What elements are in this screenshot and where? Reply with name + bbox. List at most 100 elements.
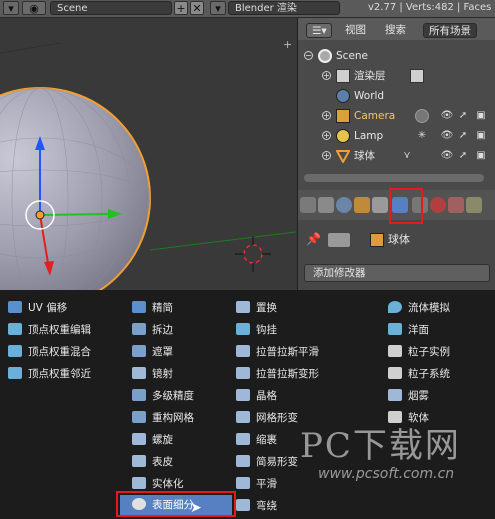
laplacian-deform-icon	[236, 367, 250, 379]
edge-split-icon	[132, 323, 146, 335]
particle-system-icon	[388, 367, 402, 379]
particles-tab-icon[interactable]	[466, 197, 482, 213]
menu-item-smooth[interactable]: 平滑	[236, 474, 277, 494]
material-tab-icon[interactable]	[430, 197, 446, 213]
menu-item-particle-instance[interactable]: 粒子实例	[388, 342, 450, 362]
menu-item-laplacian-smooth[interactable]: 拉普拉斯平滑	[236, 342, 319, 362]
menu-item-fluid-simulation[interactable]: 流体模拟	[388, 298, 450, 318]
add-scene-button[interactable]: +	[174, 1, 188, 15]
menu-item-decimate[interactable]: 精简	[132, 298, 173, 318]
outliner-row-sphere[interactable]: + 球体 ⋎ 👁 ➚ ▣	[298, 146, 495, 166]
scene-icon	[318, 49, 332, 63]
shrinkwrap-icon	[236, 433, 250, 445]
mask-icon	[132, 345, 146, 357]
menu-item-edge-split[interactable]: 拆边	[132, 320, 173, 340]
menu-item-lattice[interactable]: 晶格	[236, 386, 277, 406]
add-modifier-dropdown[interactable]: 添加修改器	[304, 264, 490, 282]
tab-view[interactable]: 视图	[340, 23, 371, 38]
tab-search[interactable]: 搜索	[380, 23, 411, 38]
menu-item-remesh[interactable]: 重构网格	[132, 408, 194, 428]
menu-item-simple-deform[interactable]: 简易形变	[236, 452, 298, 472]
menu-item-particle-system[interactable]: 粒子系统	[388, 364, 450, 384]
add-modifier-label: 添加修改器	[313, 267, 366, 279]
menu-item-mask[interactable]: 遮罩	[132, 342, 173, 362]
visibility-eye-icon[interactable]: 👁	[440, 149, 454, 163]
select-arrow-icon[interactable]: ➚	[456, 149, 470, 163]
outliner-editor-icon[interactable]: ☰▾	[306, 23, 332, 38]
world-tab-icon[interactable]	[336, 197, 352, 213]
menu-item-vertex-weight-edit[interactable]: 顶点权重编辑	[8, 320, 91, 340]
outliner-scrollbar[interactable]	[304, 174, 484, 182]
menu-item-mirror[interactable]: 镜射	[132, 364, 173, 384]
texture-tab-icon[interactable]	[448, 197, 464, 213]
scene-icon[interactable]: ◉	[22, 1, 46, 15]
3d-viewport[interactable]: +	[0, 18, 296, 290]
smoke-icon	[388, 389, 402, 401]
visibility-eye-icon[interactable]: 👁	[440, 109, 454, 123]
x-axis-line	[149, 231, 296, 251]
menu-item-mesh-deform[interactable]: 网格形变	[236, 408, 298, 428]
menu-item-laplacian-deform[interactable]: 拉普拉斯变形	[236, 364, 319, 384]
close-scene-button[interactable]: ✕	[190, 1, 204, 15]
menu-item-vertex-weight-mix[interactable]: 顶点权重混合	[8, 342, 91, 362]
expand-icon[interactable]: +	[322, 111, 331, 120]
pin-icon[interactable]: 📌	[306, 232, 321, 246]
collapse-icon[interactable]: −	[304, 51, 313, 60]
scene-selector[interactable]: Scene	[50, 1, 172, 15]
render-layer-toggle-icon[interactable]	[410, 69, 424, 83]
expand-icon[interactable]: +	[322, 71, 331, 80]
camera-data-icon[interactable]	[415, 109, 429, 123]
scene-tab-icon[interactable]	[318, 197, 334, 213]
render-camera-icon[interactable]: ▣	[474, 129, 488, 143]
menu-item-ocean[interactable]: 洋面	[388, 320, 429, 340]
menu-item-displace[interactable]: 置换	[236, 298, 277, 318]
render-camera-icon[interactable]: ▣	[474, 109, 488, 123]
constraints-tab-icon[interactable]	[372, 197, 388, 213]
laplacian-smooth-icon	[236, 345, 250, 357]
render-tab-icon[interactable]	[300, 197, 316, 213]
menu-item-vertex-weight-proximity[interactable]: 顶点权重邻近	[8, 364, 91, 384]
outliner-row-camera[interactable]: + Camera 👁 ➚ ▣	[298, 106, 495, 126]
menu-item-screw[interactable]: 螺旋	[132, 430, 173, 450]
skin-icon	[132, 455, 146, 467]
select-arrow-icon[interactable]: ➚	[456, 129, 470, 143]
menu-item-smoke[interactable]: 烟雾	[388, 386, 429, 406]
watermark-title: PC下载网	[300, 426, 461, 466]
world-icon	[336, 89, 350, 103]
render-camera-icon[interactable]: ▣	[474, 149, 488, 163]
menu-item-multires[interactable]: 多级精度	[132, 386, 194, 406]
expand-icon[interactable]: +	[322, 151, 331, 160]
outliner-label: Scene	[336, 50, 369, 62]
outliner-label: 渲染层	[354, 70, 386, 82]
object-tab-icon[interactable]	[354, 197, 370, 213]
sphere-mesh[interactable]	[0, 87, 151, 290]
menu-item-uv-offset[interactable]: UV 偏移	[8, 298, 67, 318]
render-engine-selector[interactable]: Blender 渲染	[228, 1, 340, 15]
menu-item-shrinkwrap[interactable]: 缩裹	[236, 430, 277, 450]
outliner-row-lamp[interactable]: + Lamp ✳ 👁 ➚ ▣	[298, 126, 495, 146]
render-engine-icon[interactable]: ▾	[210, 1, 226, 15]
outliner-panel: ☰▾ 视图 搜索 所有场景 − Scene + 渲染层 World + Came…	[297, 18, 495, 190]
select-arrow-icon[interactable]: ➚	[456, 109, 470, 123]
outliner-label: World	[354, 90, 385, 102]
menu-item-hook[interactable]: 钩挂	[236, 320, 277, 340]
lamp-data-icon[interactable]: ✳	[415, 129, 429, 143]
outliner-row-render-layers[interactable]: + 渲染层	[298, 66, 495, 86]
remesh-icon	[132, 411, 146, 423]
visibility-eye-icon[interactable]: 👁	[440, 129, 454, 143]
mesh-data-icon[interactable]: ⋎	[400, 149, 414, 163]
vertex-weight-icon	[8, 345, 22, 357]
outliner-row-world[interactable]: World	[298, 86, 495, 106]
lamp-icon	[336, 129, 350, 143]
object-name: 球体	[388, 233, 410, 246]
menu-item-warp[interactable]: 弯绕	[236, 496, 277, 516]
screw-icon	[132, 433, 146, 445]
subsurf-highlight-box	[116, 491, 236, 517]
outliner-header: ☰▾ 视图 搜索 所有场景	[298, 18, 495, 40]
outliner-row-scene[interactable]: − Scene	[298, 46, 495, 66]
expand-icon[interactable]: +	[322, 131, 331, 140]
menu-item-skin[interactable]: 表皮	[132, 452, 173, 472]
tab-all-scenes[interactable]: 所有场景	[423, 23, 477, 38]
mesh-icon	[335, 149, 351, 165]
editor-type-icon[interactable]: ▾	[3, 1, 19, 15]
